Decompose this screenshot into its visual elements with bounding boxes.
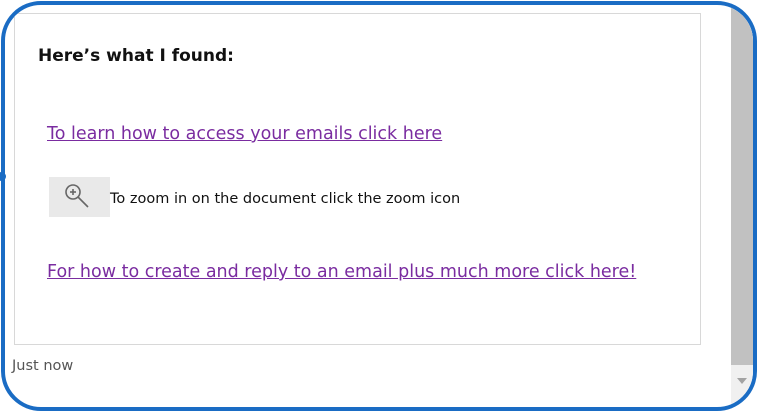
message-timestamp: Just now: [12, 358, 74, 374]
access-emails-link[interactable]: To learn how to access your emails click…: [47, 119, 442, 149]
zoom-in-icon: [65, 184, 89, 208]
chevron-down-icon[interactable]: [737, 378, 747, 384]
chat-window-frame: Here’s what I found: To learn how to acc…: [1, 1, 757, 411]
message-heading: Here’s what I found:: [38, 46, 234, 66]
zoom-button[interactable]: [49, 177, 110, 217]
zoom-instruction-text: To zoom in on the document click the zoo…: [110, 191, 461, 207]
scrollbar[interactable]: [731, 5, 753, 407]
create-reply-email-link[interactable]: For how to create and reply to an email …: [47, 257, 637, 287]
scrollbar-thumb[interactable]: [731, 5, 753, 365]
